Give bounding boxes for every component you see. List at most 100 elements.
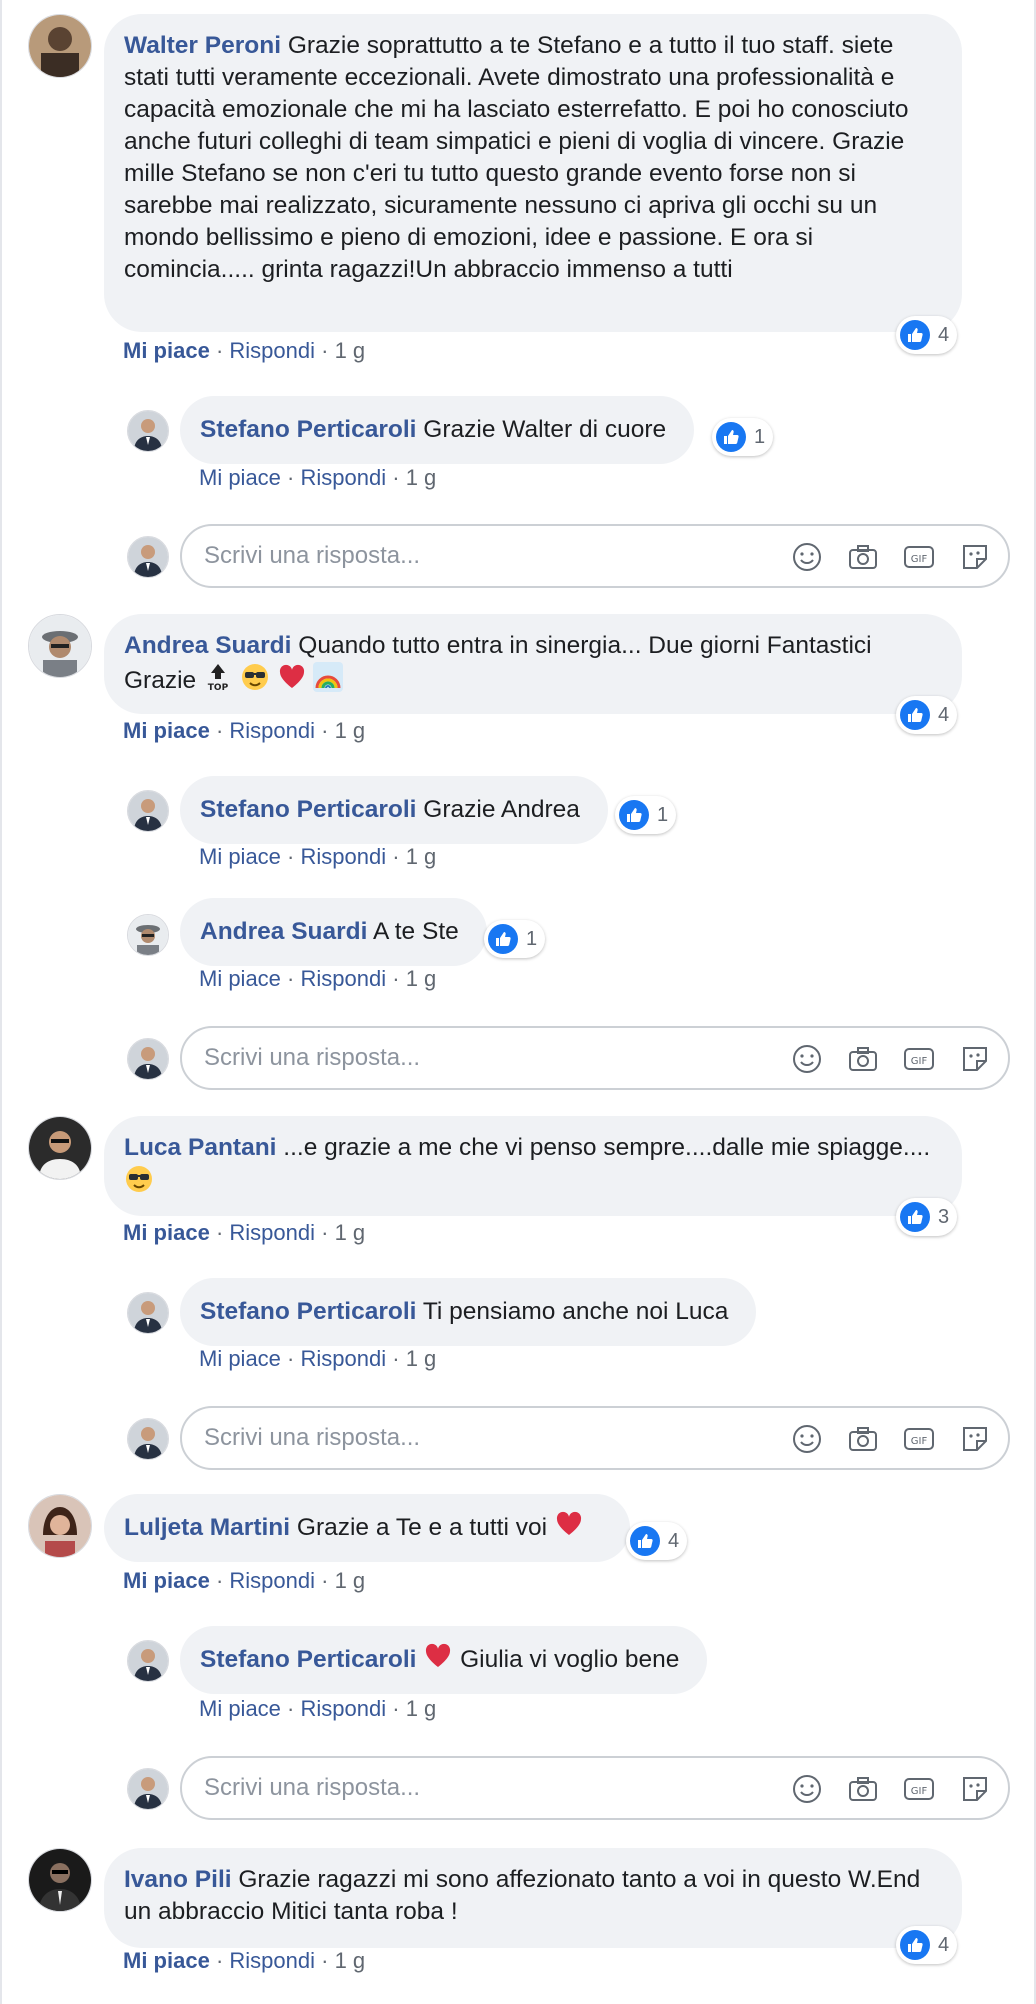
reply-author[interactable]: Andrea Suardi xyxy=(200,918,367,945)
reply-button[interactable]: Rispondi xyxy=(229,338,315,363)
avatar[interactable] xyxy=(127,914,169,956)
reply-button[interactable]: Rispondi xyxy=(229,1948,315,1973)
timestamp[interactable]: 1 g xyxy=(406,465,437,490)
avatar[interactable] xyxy=(28,1494,92,1558)
timestamp[interactable]: 1 g xyxy=(335,338,366,363)
reaction-count[interactable]: 1 xyxy=(615,796,677,834)
reply-input[interactable]: Scrivi una risposta... GIF xyxy=(180,1406,1010,1470)
reply-author[interactable]: Stefano Perticaroli xyxy=(200,416,416,443)
reply-bubble: Stefano Perticaroli Grazie Walter di cuo… xyxy=(180,396,695,464)
timestamp[interactable]: 1 g xyxy=(335,1948,366,1973)
svg-text:TOP: TOP xyxy=(208,683,229,692)
like-button[interactable]: Mi piace xyxy=(199,966,281,991)
reaction-count[interactable]: 3 xyxy=(896,1198,958,1236)
smiley-icon[interactable] xyxy=(790,1772,824,1806)
smiley-icon[interactable] xyxy=(790,1422,824,1456)
comment-text: Grazie ragazzi mi sono affezionato tanto… xyxy=(124,1866,921,1925)
avatar[interactable] xyxy=(127,1292,169,1334)
avatar[interactable] xyxy=(28,614,92,678)
sticker-icon[interactable] xyxy=(958,1772,992,1806)
like-button[interactable]: Mi piace xyxy=(123,1568,210,1593)
timestamp[interactable]: 1 g xyxy=(335,1220,366,1245)
like-count: 1 xyxy=(754,425,766,448)
gif-icon[interactable]: GIF xyxy=(902,540,936,574)
reaction-count[interactable]: 1 xyxy=(484,920,546,958)
comment-bubble: Andrea Suardi Quando tutto entra in sine… xyxy=(104,614,962,714)
like-button[interactable]: Mi piace xyxy=(123,1220,210,1245)
like-count: 1 xyxy=(526,927,538,950)
thumbs-up-icon xyxy=(630,1526,660,1556)
reply-author[interactable]: Stefano Perticaroli xyxy=(200,1298,416,1325)
top-arrow-emoji: TOP xyxy=(203,662,233,701)
timestamp[interactable]: 1 g xyxy=(406,1696,437,1721)
timestamp[interactable]: 1 g xyxy=(406,1346,437,1371)
comment-author[interactable]: Luca Pantani xyxy=(124,1134,276,1161)
timestamp[interactable]: 1 g xyxy=(335,1568,366,1593)
comment-bubble: Walter Peroni Grazie soprattutto a te St… xyxy=(104,14,962,332)
reaction-count[interactable]: 4 xyxy=(896,316,958,354)
reply-author[interactable]: Stefano Perticaroli xyxy=(200,1646,416,1673)
reaction-count[interactable]: 4 xyxy=(896,1926,958,1964)
like-count: 4 xyxy=(938,703,950,726)
camera-icon[interactable] xyxy=(846,540,880,574)
reply-text: A te Ste xyxy=(372,918,459,945)
reply-text: Grazie Walter di cuore xyxy=(423,416,667,443)
timestamp[interactable]: 1 g xyxy=(335,718,366,743)
like-button[interactable]: Mi piace xyxy=(199,1696,281,1721)
camera-icon[interactable] xyxy=(846,1422,880,1456)
reply-text: Grazie Andrea xyxy=(423,796,580,823)
avatar[interactable] xyxy=(28,1848,92,1912)
avatar[interactable] xyxy=(28,14,92,78)
avatar[interactable] xyxy=(127,790,169,832)
gif-icon[interactable]: GIF xyxy=(902,1772,936,1806)
reaction-count[interactable]: 4 xyxy=(626,1522,688,1560)
timestamp[interactable]: 1 g xyxy=(406,966,437,991)
reply-input[interactable]: Scrivi una risposta... GIF xyxy=(180,1026,1010,1090)
reply-button[interactable]: Rispondi xyxy=(229,1568,315,1593)
comment-author[interactable]: Walter Peroni xyxy=(124,32,281,59)
reply-author[interactable]: Stefano Perticaroli xyxy=(200,796,416,823)
reply-input[interactable]: Scrivi una risposta... GIF xyxy=(180,524,1010,588)
comment-actions: Mi piace · Rispondi · 1 g xyxy=(123,338,366,363)
reply-button[interactable]: Rispondi xyxy=(301,1696,387,1721)
like-button[interactable]: Mi piace xyxy=(123,338,210,363)
sunglasses-emoji xyxy=(240,662,270,701)
like-button[interactable]: Mi piace xyxy=(199,465,281,490)
sticker-icon[interactable] xyxy=(958,1042,992,1076)
like-count: 4 xyxy=(938,1933,950,1956)
comment-author[interactable]: Ivano Pili xyxy=(124,1866,232,1893)
reply-button[interactable]: Rispondi xyxy=(301,465,387,490)
reply-placeholder: Scrivi una risposta... xyxy=(204,1424,421,1451)
avatar[interactable] xyxy=(127,410,169,452)
reply-placeholder: Scrivi una risposta... xyxy=(204,542,421,569)
svg-text:GIF: GIF xyxy=(911,554,928,565)
like-button[interactable]: Mi piace xyxy=(123,718,210,743)
avatar[interactable] xyxy=(127,1640,169,1682)
comment-author[interactable]: Luljeta Martini xyxy=(124,1514,290,1541)
reply-button[interactable]: Rispondi xyxy=(229,1220,315,1245)
reply-input[interactable]: Scrivi una risposta... GIF xyxy=(180,1756,1010,1820)
gif-icon[interactable]: GIF xyxy=(902,1042,936,1076)
reply-button[interactable]: Rispondi xyxy=(301,1346,387,1371)
comment-author[interactable]: Andrea Suardi xyxy=(124,632,291,659)
reply-actions: Mi piace · Rispondi · 1 g xyxy=(199,465,437,490)
reply-button[interactable]: Rispondi xyxy=(301,844,387,869)
camera-icon[interactable] xyxy=(846,1772,880,1806)
sticker-icon[interactable] xyxy=(958,540,992,574)
reaction-count[interactable]: 4 xyxy=(896,696,958,734)
avatar xyxy=(127,536,169,578)
thumbs-up-icon xyxy=(900,1202,930,1232)
reply-button[interactable]: Rispondi xyxy=(229,718,315,743)
like-button[interactable]: Mi piace xyxy=(199,844,281,869)
like-button[interactable]: Mi piace xyxy=(123,1948,210,1973)
sticker-icon[interactable] xyxy=(958,1422,992,1456)
smiley-icon[interactable] xyxy=(790,1042,824,1076)
gif-icon[interactable]: GIF xyxy=(902,1422,936,1456)
reply-button[interactable]: Rispondi xyxy=(301,966,387,991)
avatar[interactable] xyxy=(28,1116,92,1180)
like-button[interactable]: Mi piace xyxy=(199,1346,281,1371)
smiley-icon[interactable] xyxy=(790,540,824,574)
camera-icon[interactable] xyxy=(846,1042,880,1076)
reaction-count[interactable]: 1 xyxy=(712,418,774,456)
timestamp[interactable]: 1 g xyxy=(406,844,437,869)
